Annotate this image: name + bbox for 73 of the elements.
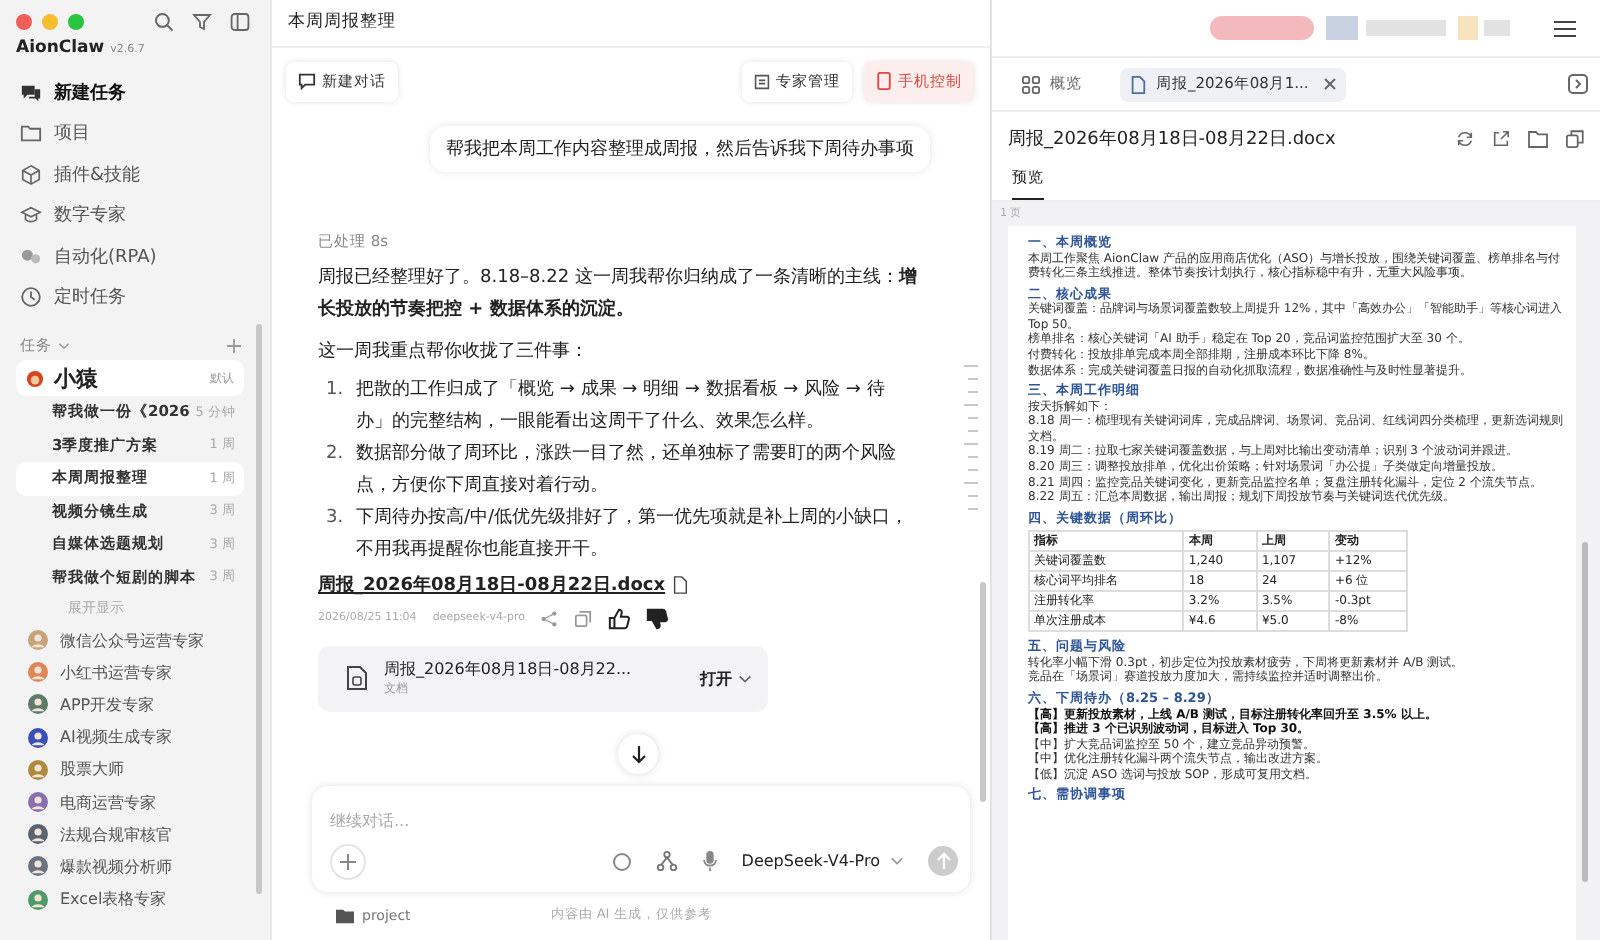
network-icon[interactable] <box>655 850 678 873</box>
expert-item[interactable]: Excel表格专家 <box>16 883 254 916</box>
folder-icon <box>336 907 354 924</box>
add-attachment-icon[interactable] <box>330 843 366 880</box>
filter-icon[interactable] <box>192 12 212 32</box>
file-icon <box>671 575 688 594</box>
conversation-title: 本周周报整理 <box>288 10 396 35</box>
user-message: 帮我把本周工作内容整理成周报，然后告诉我下周待办事项 <box>430 125 930 172</box>
zoom-light-icon[interactable] <box>68 14 84 30</box>
scrollbar[interactable] <box>256 324 262 894</box>
list-item-text: 数据部分做了周环比，涨跌一目了然，还单独标了需要盯的两个风险点，方便你下周直接对着行动。 <box>356 441 898 500</box>
nav-item[interactable]: 插件&技能 <box>16 154 254 195</box>
add-icon[interactable] <box>226 338 242 354</box>
scroll-down-button[interactable] <box>618 733 658 774</box>
expert-item[interactable]: 小红书运营专家 <box>16 656 254 689</box>
list-icon <box>754 73 770 90</box>
folder-icon[interactable] <box>1528 129 1548 147</box>
thumbs-down-icon[interactable] <box>646 607 669 630</box>
reply-paragraph: 这一周我重点帮你收拢了三件事： <box>318 339 590 366</box>
clock-icon <box>20 286 42 309</box>
open-button[interactable]: 打开 <box>700 667 752 690</box>
expert-item[interactable]: APP开发专家 <box>16 688 254 722</box>
expert-item[interactable]: 股票大师 <box>16 753 254 786</box>
circle-icon[interactable] <box>611 851 632 872</box>
close-light-icon[interactable] <box>16 14 32 30</box>
panel-toggle-icon[interactable] <box>1568 74 1588 94</box>
file-link[interactable]: 周报_2026年08月18日-08月22日.docx <box>318 571 666 598</box>
list-item-text: 把散的工作归成了「概览 → 成果 → 明细 → 数据看板 → 风险 → 待办」的完整结构，一眼能看出这周干了什么、效果怎么样。 <box>356 377 887 436</box>
close-icon[interactable] <box>1324 78 1337 90</box>
cube-icon <box>20 163 42 186</box>
expert-item[interactable]: 微信公众号运营专家 <box>16 624 254 657</box>
list-item-text: 下周待办按高/中/低优先级排好了，第一优先项就是补上周的小缺口，不用我再提醒你也能直接开干。 <box>356 505 911 564</box>
list-number: 3. <box>324 505 346 532</box>
copy-icon[interactable] <box>574 609 593 628</box>
expert-item[interactable]: 法规合规审核官 <box>16 818 254 851</box>
microphone-icon[interactable] <box>701 850 718 873</box>
sidebar-toggle-icon[interactable] <box>230 12 250 32</box>
list-number: 2. <box>324 441 346 468</box>
arrow-down-icon <box>629 743 647 764</box>
file-name: 周报_2026年08月18日-08月22... <box>384 658 634 681</box>
expert-item[interactable]: 电商运营专家 <box>16 785 254 819</box>
model-selector[interactable]: DeepSeek-V4-Pro <box>741 852 904 871</box>
arrow-up-icon <box>935 852 951 871</box>
document-icon <box>346 666 368 691</box>
chevron-down-icon[interactable] <box>58 342 70 350</box>
chevron-down-icon <box>738 673 752 684</box>
graduation-cap-icon <box>20 204 42 227</box>
scrollbar[interactable] <box>980 581 986 802</box>
grid-icon <box>1022 75 1040 93</box>
message-input[interactable]: 继续对话... DeepSeek-V4-Pro <box>312 785 970 892</box>
thumbs-up-icon[interactable] <box>608 607 631 630</box>
external-link-icon[interactable] <box>1492 129 1510 147</box>
reply-paragraph: 周报已经整理好了。8.18–8.22 这一周我帮你归纳成了一条清晰的主线：增长投放的节奏把控 + 数据体系的沉淀。 <box>318 265 919 324</box>
refresh-icon[interactable] <box>1456 129 1474 147</box>
scrollbar[interactable] <box>1582 542 1588 882</box>
nav-item[interactable]: 项目 <box>16 113 254 154</box>
share-icon[interactable] <box>540 609 559 628</box>
nav-item[interactable]: 新建任务 <box>16 72 254 113</box>
nav-item[interactable]: 自动化(RPA) <box>16 236 254 277</box>
search-icon[interactable] <box>154 12 174 32</box>
phone-icon <box>876 72 892 91</box>
expert-item[interactable]: 爆款视频分析师 <box>16 850 254 883</box>
list-number: 1. <box>324 377 346 404</box>
copy-icon[interactable] <box>1566 129 1584 147</box>
file-icon <box>1130 75 1146 93</box>
app-name: AionClaw <box>16 38 105 58</box>
nav-item[interactable]: 数字专家 <box>16 195 254 236</box>
document-title: 周报_2026年08月18日-08月22日.docx <box>1008 127 1336 151</box>
chevron-down-icon <box>890 856 904 867</box>
expert-item[interactable]: AI视频生成专家 <box>16 721 254 754</box>
nav-item[interactable]: 定时任务 <box>16 277 254 318</box>
folder-icon <box>20 122 42 145</box>
menu-icon[interactable] <box>1554 19 1576 37</box>
